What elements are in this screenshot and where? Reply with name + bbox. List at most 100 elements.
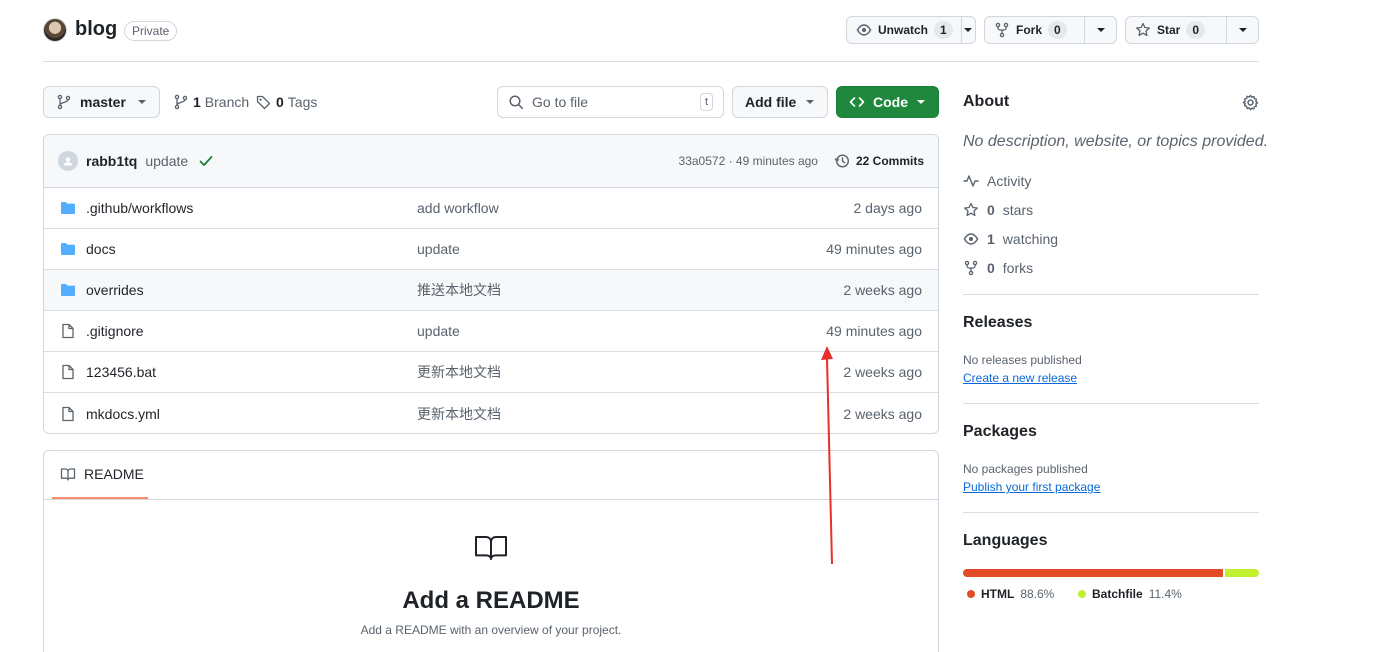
book-icon	[474, 535, 508, 561]
commits-link[interactable]: 22 Commits	[834, 153, 924, 169]
language-bar-segment	[963, 569, 1224, 577]
commit-hash-time[interactable]: 33a0572 · 49 minutes ago	[679, 154, 818, 168]
file-name[interactable]: .github/workflows	[86, 200, 417, 216]
file-name[interactable]: mkdocs.yml	[86, 406, 417, 422]
repo-header: blog Private Unwatch 1 Fork 0 Star 0	[43, 16, 1259, 62]
file-commit-date: 2 days ago	[853, 200, 923, 216]
forks-count: 0	[987, 260, 995, 276]
commit-message[interactable]: update	[145, 153, 188, 169]
unwatch-button[interactable]: Unwatch 1	[846, 16, 976, 44]
visibility-badge: Private	[124, 21, 178, 41]
book-icon	[60, 466, 76, 482]
file-table: rabb1tq update 33a0572 · 49 minutes ago …	[43, 134, 939, 434]
sidebar-divider	[963, 294, 1259, 295]
readme-divider	[44, 499, 938, 500]
file-commit-message[interactable]: 推送本地文档	[417, 280, 717, 300]
file-icon	[60, 406, 78, 422]
language-dot	[1078, 590, 1086, 598]
chevron-down-icon	[916, 99, 926, 105]
file-name[interactable]: 123456.bat	[86, 364, 417, 380]
add-file-button[interactable]: Add file	[732, 86, 828, 118]
branch-selector[interactable]: master	[43, 86, 160, 118]
chevron-down-icon[interactable]	[960, 17, 975, 43]
file-row[interactable]: .github/workflows add workflow 2 days ago	[44, 188, 938, 229]
branches-label: Branch	[204, 94, 250, 110]
code-button[interactable]: Code	[836, 86, 939, 118]
chevron-down-icon[interactable]	[1226, 17, 1258, 43]
about-heading: About	[963, 93, 1010, 110]
language-percent: 11.4%	[1148, 587, 1182, 601]
readme-panel: README Add a README Add a README with an…	[43, 450, 939, 652]
repo-name[interactable]: blog	[75, 18, 117, 41]
annotation-arrow	[821, 346, 833, 565]
packages-empty-text: No packages published	[963, 462, 1088, 476]
forks-link[interactable]: 0 forks	[963, 260, 1033, 276]
branch-icon	[173, 94, 189, 110]
branches-count: 1	[193, 94, 201, 110]
publish-package-link[interactable]: Publish your first package	[963, 480, 1100, 494]
commit-author[interactable]: rabb1tq	[86, 153, 137, 169]
watchers-link[interactable]: 1 watching	[963, 231, 1058, 247]
chevron-down-icon	[137, 99, 147, 105]
star-button[interactable]: Star 0	[1125, 16, 1259, 44]
search-placeholder: Go to file	[532, 94, 589, 110]
star-icon	[1135, 22, 1151, 38]
file-row[interactable]: docs update 49 minutes ago	[44, 229, 938, 270]
file-commit-message[interactable]: add workflow	[417, 200, 717, 216]
file-name[interactable]: .gitignore	[86, 323, 417, 339]
file-commit-date: 2 weeks ago	[843, 364, 922, 380]
file-commit-message[interactable]: update	[417, 241, 717, 257]
language-batchfile[interactable]: Batchfile 11.4%	[1078, 587, 1182, 601]
language-dot	[967, 590, 975, 598]
readme-tab-label: README	[84, 466, 144, 482]
stars-link[interactable]: 0 stars	[963, 202, 1033, 218]
releases-empty-text: No releases published	[963, 353, 1082, 367]
language-html[interactable]: HTML 88.6%	[967, 587, 1054, 601]
file-commit-message[interactable]: 更新本地文档	[417, 362, 717, 382]
fork-button[interactable]: Fork 0	[984, 16, 1117, 44]
releases-heading[interactable]: Releases	[963, 314, 1259, 332]
tags-link[interactable]: 0 Tags	[256, 94, 317, 110]
folder-icon	[60, 241, 78, 257]
fork-count: 0	[1048, 21, 1067, 39]
chevron-down-icon[interactable]	[1084, 17, 1116, 43]
activity-link[interactable]: Activity	[963, 173, 1031, 189]
file-row[interactable]: 123456.bat 更新本地文档 2 weeks ago	[44, 352, 938, 393]
user-avatar[interactable]	[58, 151, 78, 171]
file-name[interactable]: overrides	[86, 282, 417, 298]
unwatch-label: Unwatch	[878, 23, 929, 37]
watching-label: watching	[1002, 231, 1059, 247]
eye-icon	[856, 22, 872, 38]
create-release-link[interactable]: Create a new release	[963, 371, 1077, 385]
file-name[interactable]: docs	[86, 241, 417, 257]
file-commit-message[interactable]: 更新本地文档	[417, 404, 717, 424]
file-commit-date: 2 weeks ago	[843, 282, 922, 298]
file-row[interactable]: overrides 推送本地文档 2 weeks ago	[44, 270, 938, 311]
add-file-label: Add file	[745, 94, 797, 110]
packages-heading[interactable]: Packages	[963, 423, 1259, 441]
star-label: Star	[1157, 23, 1181, 37]
search-shortcut: t	[699, 93, 713, 111]
check-icon[interactable]	[198, 153, 214, 169]
branches-link[interactable]: 1 Branch	[173, 94, 249, 110]
gear-icon[interactable]	[1242, 94, 1259, 111]
go-to-file-input[interactable]: Go to file t	[497, 86, 724, 118]
branch-name: master	[80, 94, 126, 110]
file-commit-date: 49 minutes ago	[826, 323, 922, 339]
fork-label: Fork	[1016, 23, 1043, 37]
file-commit-message[interactable]: update	[417, 323, 717, 339]
search-icon	[508, 94, 524, 110]
languages-section: Languages	[963, 532, 1259, 550]
file-row[interactable]: mkdocs.yml 更新本地文档 2 weeks ago	[44, 393, 938, 433]
branch-icon	[56, 94, 72, 110]
readme-empty-subtitle: Add a README with an overview of your pr…	[360, 623, 622, 637]
readme-tab[interactable]: README	[52, 451, 148, 499]
history-icon	[834, 153, 850, 169]
file-row[interactable]: .gitignore update 49 minutes ago	[44, 311, 938, 352]
about-description: No description, website, or topics provi…	[963, 133, 1269, 150]
languages-heading: Languages	[963, 532, 1048, 549]
tag-icon	[256, 94, 272, 110]
owner-avatar[interactable]	[43, 18, 67, 42]
star-count: 0	[1186, 21, 1206, 39]
latest-commit-bar: rabb1tq update 33a0572 · 49 minutes ago …	[44, 135, 938, 188]
